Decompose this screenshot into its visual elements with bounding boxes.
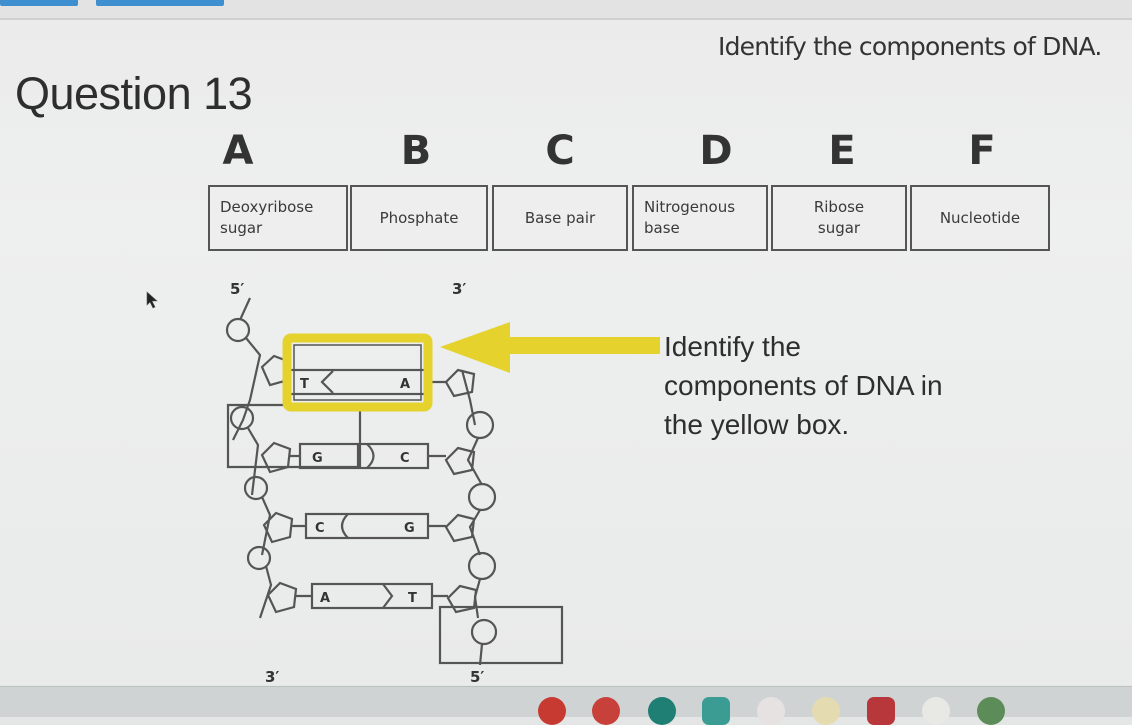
left-backbone-segment bbox=[260, 496, 272, 556]
instruction-text: Identify the components of DNA in the ye… bbox=[664, 327, 1024, 444]
taskbar bbox=[0, 686, 1132, 725]
outline-box bbox=[438, 605, 564, 665]
base-junction bbox=[382, 583, 394, 609]
sugar-pentagon bbox=[266, 581, 298, 614]
app-icon-2[interactable] bbox=[592, 697, 620, 725]
base-letter-c: C bbox=[400, 451, 410, 466]
app-icon-5[interactable] bbox=[757, 697, 785, 725]
app-icon-9[interactable] bbox=[977, 697, 1005, 725]
base-letter-g: G bbox=[404, 521, 415, 536]
phosphate-circle bbox=[467, 482, 497, 512]
app-icon-1[interactable] bbox=[538, 697, 566, 725]
left-backbone-segment bbox=[232, 337, 262, 441]
phosphate-circle bbox=[229, 405, 255, 431]
right-backbone-segment bbox=[466, 437, 483, 486]
instruction-line3: the yellow box. bbox=[664, 409, 850, 440]
app-icon-3[interactable] bbox=[648, 697, 676, 725]
strand-label-5prime-top: 5′ bbox=[230, 280, 244, 298]
base-letter-g: G bbox=[312, 451, 323, 466]
app-icon-4[interactable] bbox=[702, 697, 730, 725]
app-icon-7[interactable] bbox=[867, 697, 895, 725]
base-junction bbox=[340, 513, 349, 539]
yellow-arrow-icon bbox=[440, 322, 660, 373]
base-letter-a: A bbox=[400, 377, 410, 392]
instruction-line1: Identify the bbox=[664, 331, 801, 362]
app-icon-6[interactable] bbox=[812, 697, 840, 725]
base-letter-t: T bbox=[300, 377, 309, 392]
phosphate-circle bbox=[465, 410, 495, 440]
base-letter-a: A bbox=[320, 591, 330, 606]
left-backbone-segment bbox=[247, 427, 260, 496]
phosphate-circle bbox=[243, 475, 269, 501]
left-backbone-segment bbox=[238, 297, 252, 321]
sugar-pentagon bbox=[444, 368, 476, 398]
strand-label-3prime-bottom: 3′ bbox=[265, 668, 279, 686]
phosphate-circle bbox=[246, 545, 272, 571]
strand-label-3prime-top: 3′ bbox=[452, 280, 466, 298]
nucleotide-outline-box bbox=[226, 403, 362, 469]
app-icon-8[interactable] bbox=[922, 697, 950, 725]
base-letter-t: T bbox=[408, 591, 417, 606]
instruction-line2: components of DNA in bbox=[664, 370, 943, 401]
mouse-cursor-icon bbox=[146, 291, 158, 309]
base-junction bbox=[320, 370, 334, 394]
phosphate-circle bbox=[470, 618, 498, 646]
right-backbone-segment bbox=[478, 643, 484, 666]
left-backbone-segment bbox=[258, 565, 273, 619]
strand-label-5prime-bottom: 5′ bbox=[470, 668, 484, 686]
phosphate-circle bbox=[225, 317, 251, 343]
base-letter-c: C bbox=[315, 521, 325, 536]
phosphate-circle bbox=[467, 551, 497, 581]
yellow-highlight-box bbox=[282, 333, 433, 412]
